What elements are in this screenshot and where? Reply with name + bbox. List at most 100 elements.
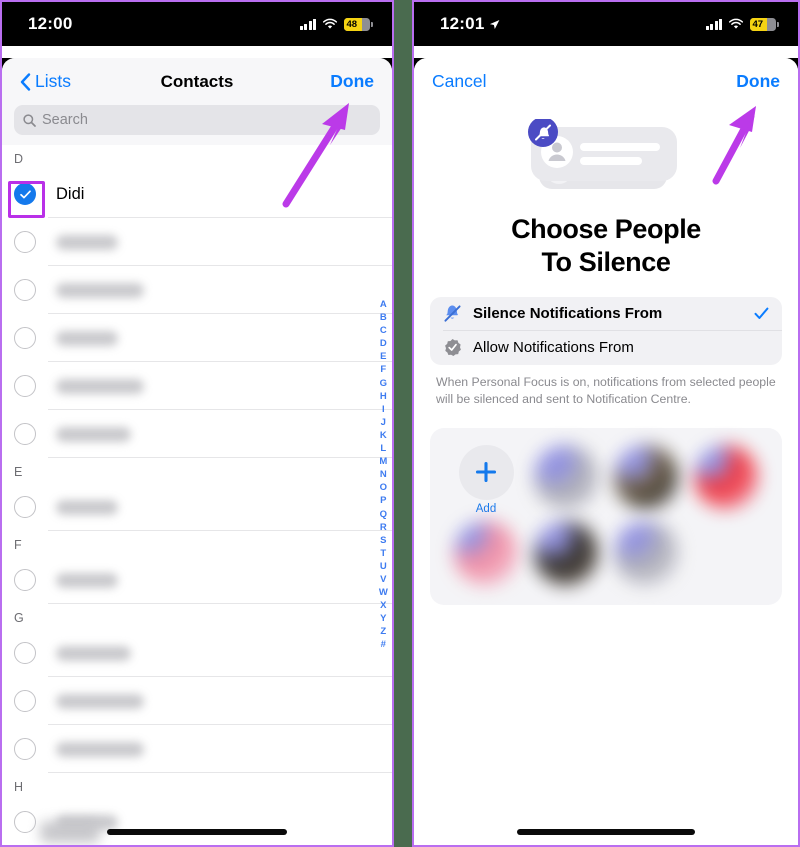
contact-checkbox[interactable] [14,642,36,664]
option-allow-notifications-from[interactable]: Allow Notifications From [430,331,782,365]
redacted-contact-name [56,378,144,394]
alpha-index-letter[interactable]: S [380,534,387,547]
add-person-cell[interactable]: Add [449,444,523,515]
avatar [534,520,598,585]
search-input[interactable]: Search [14,105,380,135]
alpha-index-letter[interactable]: A [380,298,387,311]
left-sheet-stack: Lists Contacts Done Search D Didi E F G H [2,58,392,845]
contact-row[interactable] [2,677,392,725]
contact-checkbox[interactable] [14,231,36,253]
redacted-contact-name [56,282,144,298]
signal-bars-icon [705,18,722,30]
checkmark-icon [754,307,769,320]
alpha-index-letter[interactable]: # [381,638,386,651]
alpha-index-letter[interactable]: H [380,390,387,403]
person-cell[interactable] [609,444,683,515]
right-status-bar: 12:01 47 [414,2,798,46]
row-divider [48,772,392,773]
left-status-time: 12:00 [28,14,73,33]
contact-row[interactable] [2,725,392,773]
contact-checkbox[interactable] [14,690,36,712]
add-person-label: Add [475,502,497,515]
person-cell[interactable] [529,520,603,585]
selection-highlight-box [8,181,45,218]
back-to-lists-button[interactable]: Lists [20,71,71,92]
battery-low-power-icon: 48 [344,17,373,31]
right-battery-level: 47 [752,18,764,30]
avatar [534,444,598,509]
redacted-contact-name [56,741,144,757]
contact-checkbox[interactable] [14,375,36,397]
alpha-index-letter[interactable]: B [380,311,387,324]
redacted-contact-name [56,499,118,515]
contact-checkbox[interactable] [14,569,36,591]
left-status-indicators: 48 [299,17,373,31]
people-grid: Add [430,427,782,605]
alpha-index-letter[interactable]: Z [380,625,386,638]
alpha-index-letter[interactable]: D [380,337,387,350]
back-label: Lists [35,71,71,91]
right-navbar: Cancel Done [414,58,798,105]
contact-name: Didi [56,184,85,203]
person-cell[interactable] [529,444,603,515]
alpha-index-letter[interactable]: P [380,494,387,507]
cancel-button[interactable]: Cancel [432,71,486,92]
notification-mode-options: Silence Notifications From Allow Notific… [430,296,782,365]
contact-row[interactable] [2,362,392,410]
person-cell[interactable] [689,444,763,515]
contact-row[interactable] [2,410,392,458]
alpha-index-letter[interactable]: U [380,560,387,573]
contact-row[interactable] [2,556,392,604]
contact-row[interactable] [2,629,392,677]
redacted-contact-name [56,330,118,346]
redacted-contact-name [56,426,131,442]
alpha-index-letter[interactable]: Q [380,508,388,521]
alpha-index-letter[interactable]: J [381,416,386,429]
add-person-button[interactable] [458,444,514,500]
contact-checkbox[interactable] [14,738,36,760]
person-cell[interactable] [609,520,683,585]
contact-checkbox[interactable] [14,279,36,301]
left-phone-screen: 12:00 48 Lists Contacts Done Search D Di… [0,0,394,847]
location-arrow-icon [490,19,500,29]
alpha-index-letter[interactable]: T [380,547,386,560]
contact-row[interactable] [2,218,392,266]
choose-people-sheet: Cancel Done [414,58,798,105]
alpha-index-letter[interactable]: G [380,377,388,390]
left-status-time-group: 12:00 [28,14,72,34]
avatar [454,520,518,585]
alphabet-index[interactable]: A B C D E F G H I J K L M N O P Q R S T U V W X Y Z # [379,298,388,652]
alpha-index-letter[interactable]: R [380,521,387,534]
contact-checkbox[interactable] [14,423,36,445]
checkmark-seal-icon [445,339,461,357]
contact-row[interactable] [2,483,392,531]
signal-bars-icon [299,18,316,30]
alpha-index-letter[interactable]: X [380,599,387,612]
alpha-index-letter[interactable]: O [380,481,388,494]
avatar [614,444,678,509]
contact-row[interactable] [2,314,392,362]
redacted-contact-name [56,234,118,250]
hero-title-line2: To Silence [541,246,671,277]
alpha-index-letter[interactable]: L [380,442,386,455]
right-status-time: 12:01 [440,14,485,33]
left-done-button[interactable]: Done [330,71,374,92]
alpha-index-letter[interactable]: W [379,586,388,599]
alpha-index-letter[interactable]: M [379,455,387,468]
contacts-list[interactable]: D Didi E F G H [2,145,392,845]
alpha-index-letter[interactable]: N [380,468,387,481]
alpha-index-letter[interactable]: I [382,403,385,416]
alpha-index-letter[interactable]: F [380,363,386,376]
person-cell[interactable] [449,520,523,585]
alpha-index-letter[interactable]: E [380,350,387,363]
contact-row[interactable]: Didi [2,170,392,218]
alpha-index-letter[interactable]: C [380,324,387,337]
option-silence-notifications-from[interactable]: Silence Notifications From [430,297,782,331]
alpha-index-letter[interactable]: Y [380,612,387,625]
alpha-index-letter[interactable]: K [380,429,387,442]
contact-row[interactable] [2,266,392,314]
contact-checkbox[interactable] [14,496,36,518]
right-done-button[interactable]: Done [736,71,780,92]
contact-checkbox[interactable] [14,327,36,349]
alpha-index-letter[interactable]: V [380,573,387,586]
